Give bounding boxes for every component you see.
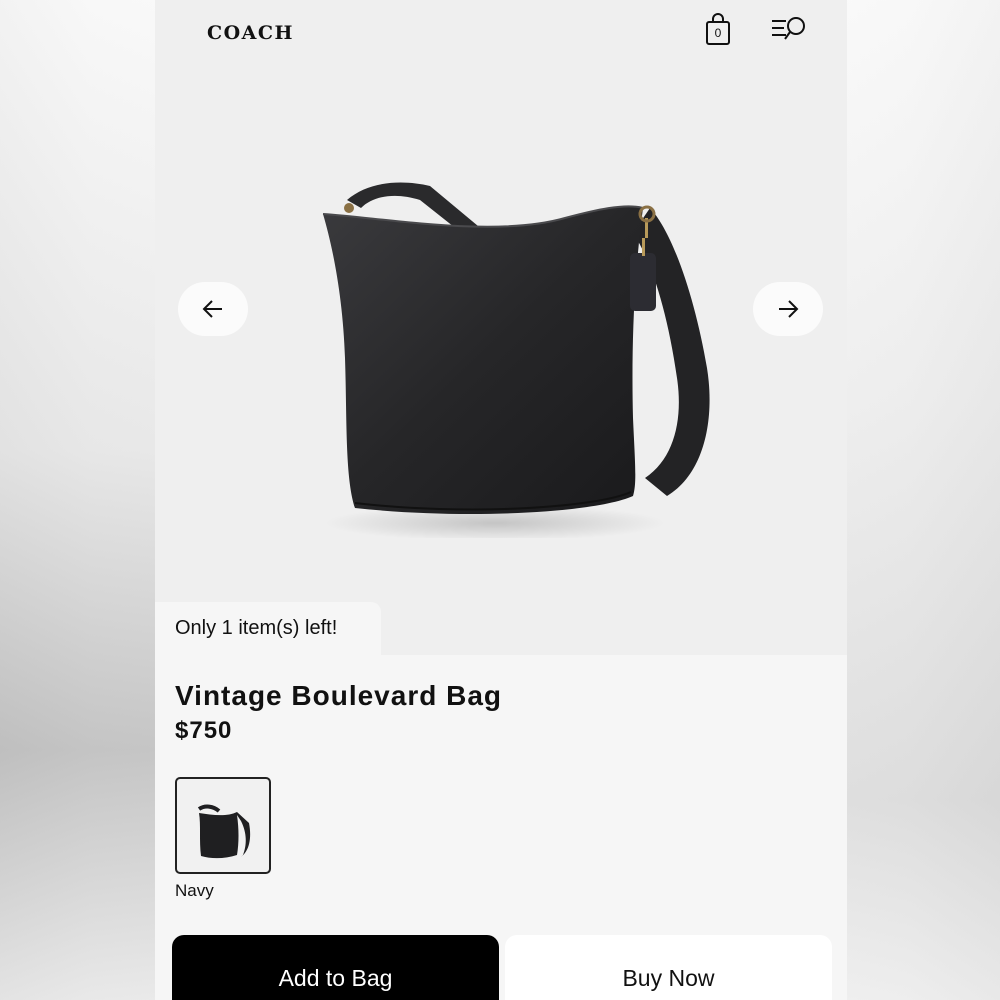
product-image-gallery[interactable]: [155, 70, 847, 655]
bag-item-count: 0: [714, 26, 722, 40]
background-right-blur: [847, 0, 1000, 1000]
arrow-left-icon: [202, 300, 222, 318]
buy-now-button[interactable]: Buy Now: [505, 935, 832, 1000]
add-to-bag-button[interactable]: Add to Bag: [172, 935, 499, 1000]
color-label: Navy: [175, 881, 214, 900]
site-header: COACH 0: [155, 0, 847, 70]
menu-search-button[interactable]: [770, 14, 810, 44]
product-details: Vintage Boulevard Bag $750 Navy Add to B…: [155, 655, 847, 1000]
color-swatch-navy[interactable]: [175, 777, 271, 874]
low-stock-badge: Only 1 item(s) left!: [155, 602, 381, 655]
previous-image-button[interactable]: [178, 282, 248, 336]
next-image-button[interactable]: [753, 282, 823, 336]
buy-now-label: Buy Now: [622, 965, 715, 991]
product-photo: [322, 182, 710, 538]
swatch-thumbnail: [197, 804, 251, 859]
shopping-bag-button[interactable]: 0: [703, 13, 733, 47]
add-to-bag-label: Add to Bag: [278, 965, 393, 991]
product-page: COACH 0 Only 1 item(s) left! Vintage Bou…: [155, 0, 847, 1000]
low-stock-text: Only 1 item(s) left!: [175, 617, 338, 639]
product-title: Vintage Boulevard Bag: [175, 680, 503, 711]
background-left-blur: [0, 0, 155, 1000]
arrow-right-icon: [779, 300, 799, 318]
coach-logo[interactable]: COACH: [207, 22, 294, 44]
menu-search-icon: [772, 17, 805, 40]
product-price: $750: [175, 717, 233, 744]
